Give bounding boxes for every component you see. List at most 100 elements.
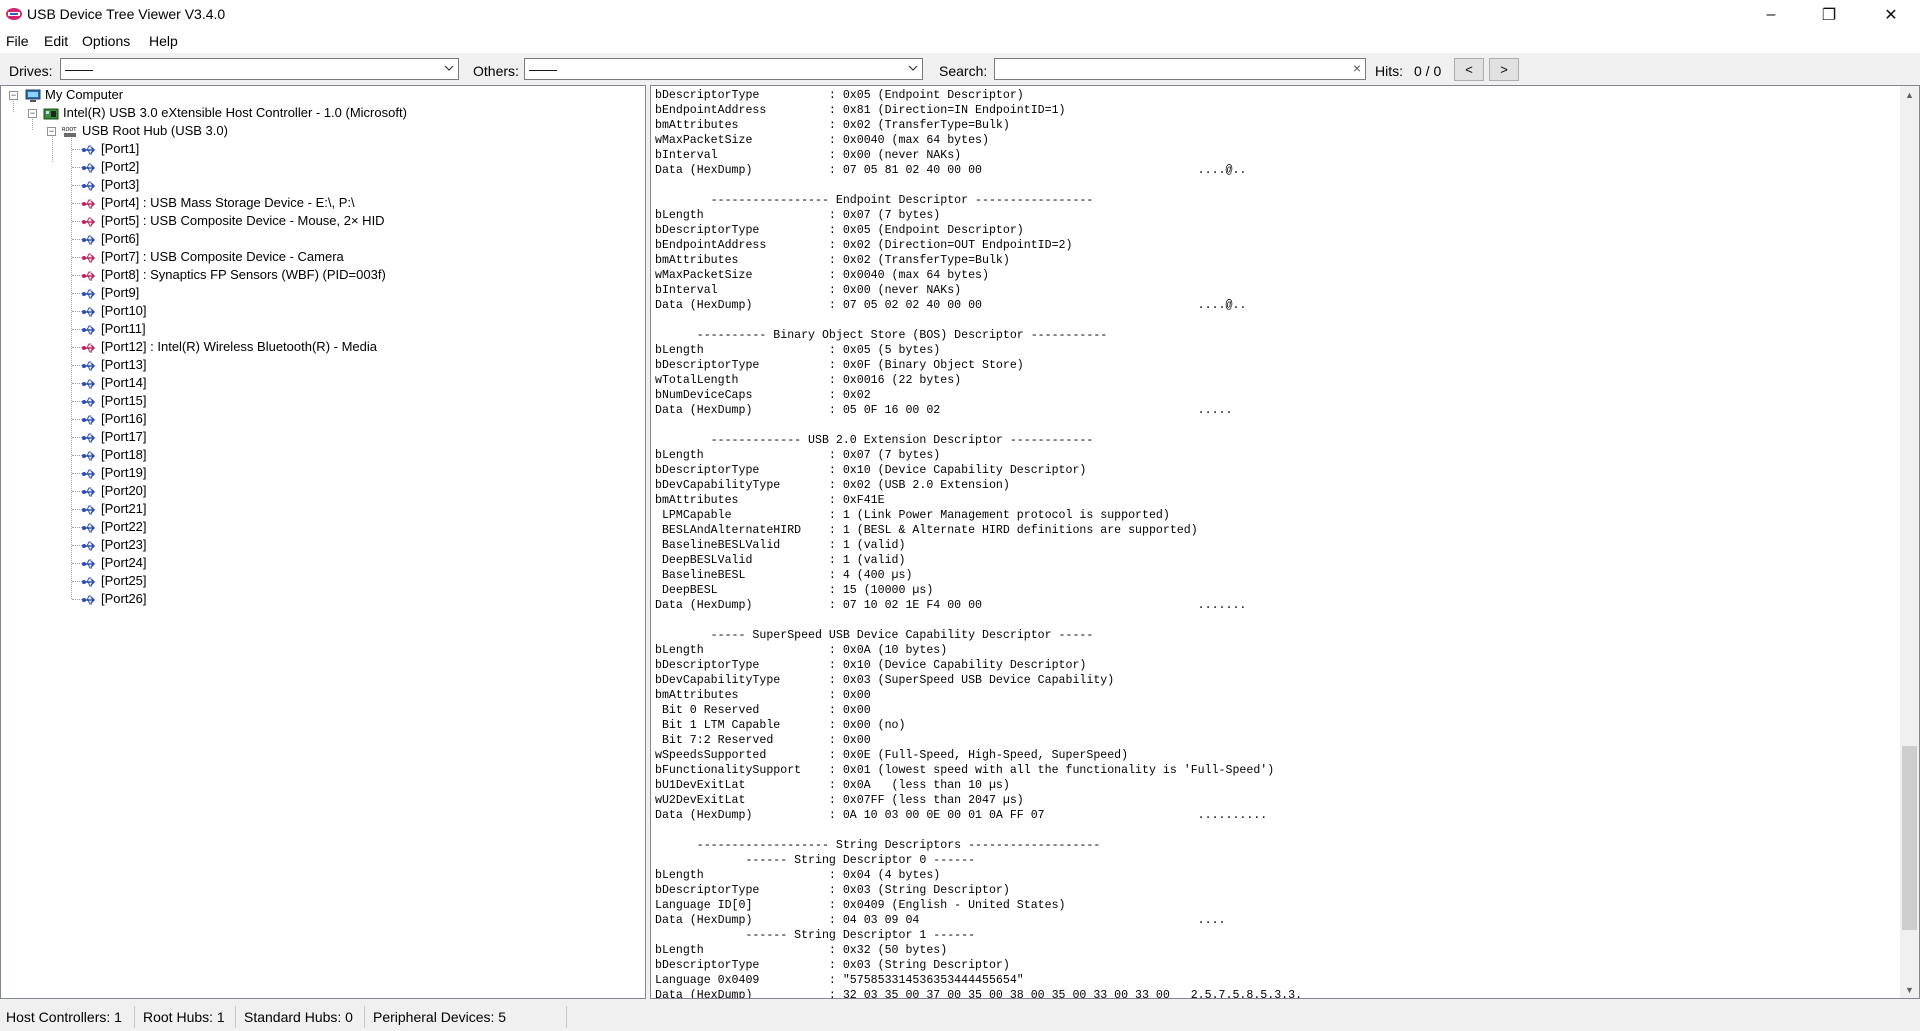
tree-node-port[interactable]: [Port19] bbox=[81, 464, 147, 482]
usb-device-icon bbox=[82, 199, 96, 209]
usb-port-icon bbox=[82, 559, 96, 569]
status-bar: Host Controllers: 1 Root Hubs: 1 Standar… bbox=[0, 1003, 1920, 1031]
root-hub-icon: ROOT bbox=[62, 127, 77, 137]
search-input[interactable]: × bbox=[994, 58, 1366, 80]
hits-label: Hits: bbox=[1375, 63, 1403, 79]
tree-node-host-controller[interactable]: Intel(R) USB 3.0 eXtensible Host Control… bbox=[43, 104, 407, 122]
menu-help[interactable]: Help bbox=[149, 33, 178, 49]
tree-node-port[interactable]: [Port26] bbox=[81, 590, 147, 608]
tree-node-port[interactable]: [Port23] bbox=[81, 536, 147, 554]
usb-port-icon bbox=[82, 289, 96, 299]
tree-node-port[interactable]: [Port12] : Intel(R) Wireless Bluetooth(R… bbox=[81, 338, 377, 356]
tree-node-port[interactable]: [Port22] bbox=[81, 518, 147, 536]
vertical-scrollbar[interactable]: ▲ ▼ bbox=[1900, 86, 1919, 998]
tree-node-port[interactable]: [Port10] bbox=[81, 302, 147, 320]
next-hit-button[interactable]: > bbox=[1489, 58, 1519, 81]
tree-node-port[interactable]: [Port14] bbox=[81, 374, 147, 392]
tree-node-port[interactable]: [Port24] bbox=[81, 554, 147, 572]
usb-port-icon bbox=[82, 487, 96, 497]
tree-label: [Port15] bbox=[101, 393, 147, 408]
descriptor-details-panel[interactable]: bDescriptorType : 0x05 (Endpoint Descrip… bbox=[650, 85, 1920, 999]
svg-text:ROOT: ROOT bbox=[62, 127, 77, 133]
minimize-button[interactable]: – bbox=[1742, 0, 1800, 29]
tree-label: [Port9] bbox=[101, 285, 140, 300]
tree-label: [Port16] bbox=[101, 411, 147, 426]
usb-port-icon bbox=[82, 415, 96, 425]
tree-node-port[interactable]: [Port17] bbox=[81, 428, 147, 446]
collapse-toggle[interactable]: − bbox=[9, 91, 18, 100]
tree-label: [Port1] bbox=[101, 141, 140, 156]
drives-combobox[interactable]: —— bbox=[60, 58, 459, 80]
tree-node-port[interactable]: [Port8] : Synaptics FP Sensors (WBF) (PI… bbox=[81, 266, 386, 284]
usb-device-icon bbox=[82, 217, 96, 227]
status-root-hubs: Root Hubs: 1 bbox=[143, 1009, 225, 1025]
tree-node-port[interactable]: [Port20] bbox=[81, 482, 147, 500]
scrollbar-thumb[interactable] bbox=[1902, 746, 1917, 930]
device-tree[interactable]: − My Computer − Intel(R) USB 3.0 eXtensi… bbox=[0, 85, 646, 999]
host-controller-icon bbox=[43, 108, 59, 120]
status-peripheral-devices: Peripheral Devices: 5 bbox=[373, 1009, 507, 1025]
tree-label: [Port10] bbox=[101, 303, 147, 318]
tree-node-port[interactable]: [Port6] bbox=[81, 230, 139, 248]
others-combobox[interactable]: —— bbox=[524, 58, 923, 80]
menu-file[interactable]: File bbox=[6, 33, 29, 49]
usb-port-icon bbox=[82, 325, 96, 335]
usb-port-icon bbox=[82, 397, 96, 407]
menu-options[interactable]: Options bbox=[82, 33, 130, 49]
collapse-toggle[interactable]: − bbox=[28, 109, 37, 118]
close-button[interactable]: ✕ bbox=[1862, 0, 1920, 29]
toolbar: Drives: —— Others: —— Search: × Hits: 0 … bbox=[0, 55, 1920, 85]
tree-label: [Port18] bbox=[101, 447, 147, 462]
tree-label: [Port5] : USB Composite Device - Mouse, … bbox=[101, 213, 385, 228]
usb-port-icon bbox=[82, 163, 96, 173]
tree-node-port[interactable]: [Port4] : USB Mass Storage Device - E:\,… bbox=[81, 194, 355, 212]
scroll-down-icon[interactable]: ▼ bbox=[1900, 981, 1919, 998]
usb-port-icon bbox=[82, 181, 96, 191]
tree-node-port[interactable]: [Port15] bbox=[81, 392, 147, 410]
scroll-up-icon[interactable]: ▲ bbox=[1900, 86, 1919, 103]
tree-node-port[interactable]: [Port21] bbox=[81, 500, 147, 518]
descriptor-text: bDescriptorType : 0x05 (Endpoint Descrip… bbox=[655, 89, 1303, 999]
tree-label: [Port21] bbox=[101, 501, 147, 516]
tree-node-port[interactable]: [Port9] bbox=[81, 284, 139, 302]
tree-label: [Port7] : USB Composite Device - Camera bbox=[101, 249, 344, 264]
clear-search-icon[interactable]: × bbox=[1353, 60, 1361, 76]
maximize-button[interactable]: ❐ bbox=[1800, 0, 1858, 29]
tree-node-port[interactable]: [Port16] bbox=[81, 410, 147, 428]
tree-node-port[interactable]: [Port13] bbox=[81, 356, 147, 374]
usb-port-icon bbox=[82, 577, 96, 587]
tree-node-port[interactable]: [Port2] bbox=[81, 158, 139, 176]
usb-port-icon bbox=[82, 595, 96, 605]
usb-port-icon bbox=[82, 361, 96, 371]
tree-label: [Port25] bbox=[101, 573, 147, 588]
tree-label: [Port2] bbox=[101, 159, 140, 174]
tree-node-port[interactable]: [Port11] bbox=[81, 320, 146, 338]
tree-node-port[interactable]: [Port1] bbox=[81, 140, 139, 158]
status-standard-hubs: Standard Hubs: 0 bbox=[244, 1009, 353, 1025]
tree-node-port[interactable]: [Port7] : USB Composite Device - Camera bbox=[81, 248, 344, 266]
usb-device-icon bbox=[82, 271, 96, 281]
drives-value: —— bbox=[65, 61, 93, 77]
tree-label: [Port13] bbox=[101, 357, 147, 372]
tree-node-port[interactable]: [Port18] bbox=[81, 446, 147, 464]
tree-node-port[interactable]: [Port25] bbox=[81, 572, 147, 590]
window-title: USB Device Tree Viewer V3.4.0 bbox=[27, 6, 226, 22]
tree-node-root-hub[interactable]: ROOT USB Root Hub (USB 3.0) bbox=[62, 122, 228, 140]
usb-device-icon bbox=[82, 253, 96, 263]
tree-node-my-computer[interactable]: My Computer bbox=[25, 86, 123, 104]
collapse-toggle[interactable]: − bbox=[47, 127, 56, 136]
others-label: Others: bbox=[473, 63, 519, 79]
tree-label: [Port26] bbox=[101, 591, 147, 606]
tree-node-port[interactable]: [Port3] bbox=[81, 176, 139, 194]
tree-label: [Port11] bbox=[101, 321, 146, 336]
usb-port-icon bbox=[82, 379, 96, 389]
menu-edit[interactable]: Edit bbox=[44, 33, 68, 49]
chevron-down-icon bbox=[908, 65, 918, 71]
tree-label: [Port6] bbox=[101, 231, 140, 246]
tree-label: [Port23] bbox=[101, 537, 147, 552]
tree-label: Intel(R) USB 3.0 eXtensible Host Control… bbox=[63, 105, 407, 120]
tree-label: [Port8] : Synaptics FP Sensors (WBF) (PI… bbox=[101, 267, 386, 282]
previous-hit-button[interactable]: < bbox=[1454, 58, 1484, 81]
usb-port-icon bbox=[82, 505, 96, 515]
tree-node-port[interactable]: [Port5] : USB Composite Device - Mouse, … bbox=[81, 212, 385, 230]
